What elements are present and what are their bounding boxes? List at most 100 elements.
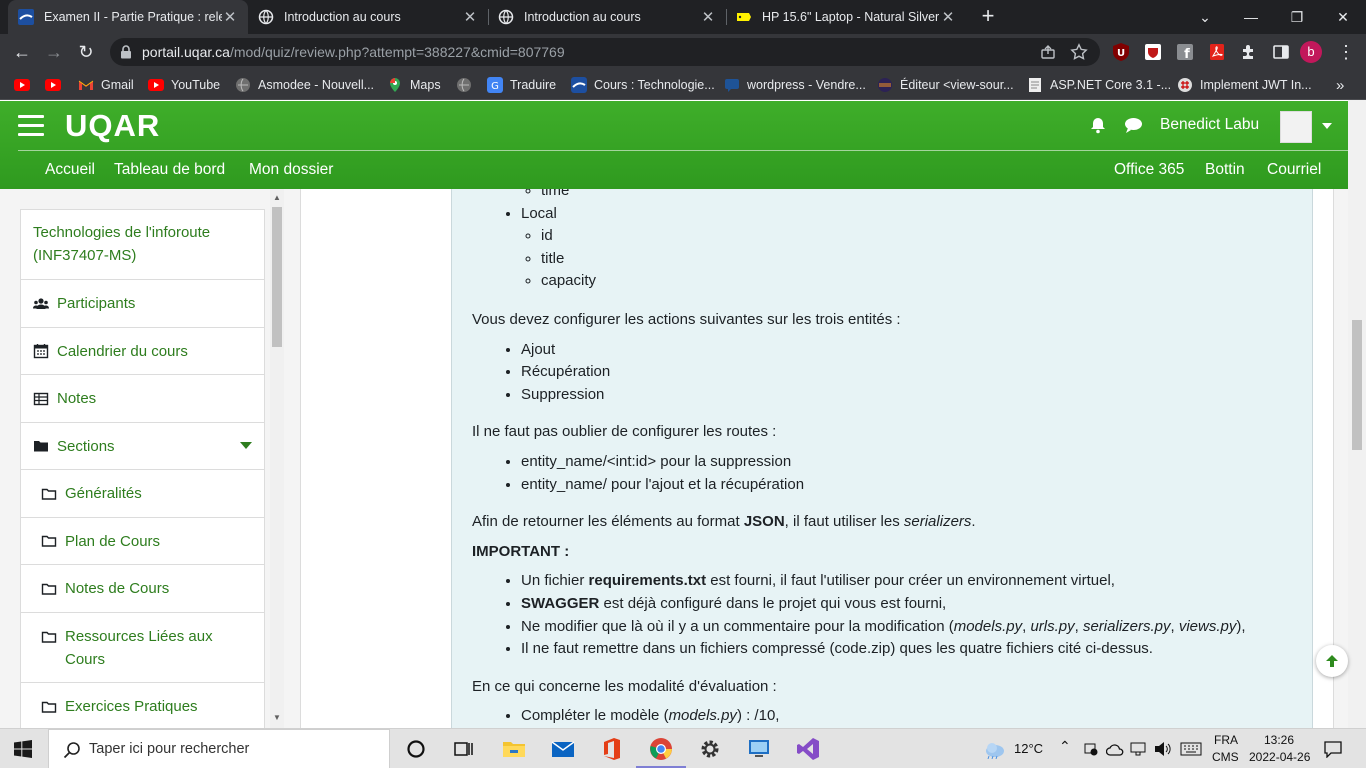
bookmark-gmail[interactable]: Gmail [78, 76, 134, 94]
forward-button[interactable]: → [42, 40, 66, 64]
sidebar-scrollbar[interactable]: ▲ ▼ [270, 189, 284, 728]
bookmark-aspnet[interactable]: ASP.NET Core 3.1 -... [1027, 76, 1171, 94]
bookmark-youtube-1[interactable] [14, 76, 37, 94]
scroll-down-arrow-icon[interactable]: ▼ [272, 713, 282, 722]
mail-icon[interactable] [551, 737, 575, 761]
clock-date[interactable]: 2022-04-26 [1249, 750, 1310, 764]
share-icon[interactable] [1040, 44, 1056, 60]
bell-icon[interactable] [1089, 116, 1107, 134]
tab-hp-laptop[interactable]: HP 15.6" Laptop - Natural Silver ( ✕ [726, 0, 966, 34]
more-bookmarks-chevron-icon[interactable]: » [1336, 76, 1344, 94]
keyboard-icon[interactable] [1180, 741, 1202, 757]
nav-mon-dossier[interactable]: Mon dossier [249, 161, 333, 179]
user-menu-caret-icon[interactable] [1322, 123, 1332, 129]
sidebar-item-sections[interactable]: Sections [21, 423, 264, 470]
mcafee-icon[interactable] [1143, 42, 1163, 62]
bookmark-maps[interactable]: Maps [387, 76, 441, 94]
show-hidden-icons-icon[interactable]: ⌃ [1059, 738, 1071, 755]
sidebar-course-title[interactable]: Technologies de l'inforoute (INF37407-MS… [21, 210, 264, 280]
notification-center-icon[interactable] [1323, 740, 1343, 758]
page-scroll-thumb[interactable] [1352, 320, 1362, 450]
input-language[interactable]: FRA [1214, 733, 1238, 747]
sidebar-item-plan-de-cours[interactable]: Plan de Cours [21, 518, 264, 565]
weather-cloud-icon[interactable] [983, 739, 1007, 759]
url-text[interactable]: portail.uqar.ca/mod/quiz/review.php?atte… [142, 44, 565, 60]
list-item: Suppression [521, 384, 1292, 407]
chrome-icon[interactable] [649, 737, 673, 761]
hamburger-menu-icon[interactable] [18, 115, 44, 137]
sidebar-item-participants[interactable]: Participants [21, 280, 264, 328]
sidebar-item-exercices[interactable]: Exercices Pratiques [21, 683, 264, 728]
bookmark-editeur[interactable]: Éditeur <view-sour... [877, 76, 1014, 94]
sidebar-scroll-thumb[interactable] [272, 207, 282, 347]
reload-button[interactable]: ↻ [74, 40, 98, 64]
close-tab-icon[interactable]: ✕ [700, 8, 716, 26]
visual-studio-icon[interactable] [796, 737, 820, 761]
volume-icon[interactable] [1154, 741, 1172, 757]
user-avatar[interactable] [1280, 111, 1312, 143]
facebook-extension-icon[interactable]: f [1175, 42, 1195, 62]
tab-introduction-1[interactable]: Introduction au cours ✕ [248, 0, 488, 34]
caret-down-icon[interactable] [240, 442, 252, 450]
lock-icon[interactable] [120, 45, 132, 59]
task-view-icon[interactable] [452, 737, 476, 761]
sidebar-item-calendrier[interactable]: Calendrier du cours [21, 328, 264, 375]
bookmark-traduire[interactable]: G Traduire [487, 76, 556, 94]
restore-button[interactable]: ❐ [1274, 0, 1320, 34]
input-method[interactable]: CMS [1212, 750, 1239, 764]
ublock-icon[interactable]: U [1111, 42, 1131, 62]
nav-office-365[interactable]: Office 365 [1114, 161, 1184, 179]
nav-courriel[interactable]: Courriel [1267, 161, 1321, 179]
bookmark-wordpress[interactable]: wordpress - Vendre... [724, 76, 866, 94]
bookmark-asmodee[interactable]: Asmodee - Nouvell... [235, 76, 374, 94]
list-item: Compléter le modèle (models.py) : /10, [521, 705, 1292, 728]
bookmark-star-icon[interactable] [1070, 43, 1088, 61]
weather-temp[interactable]: 12°C [1014, 741, 1043, 756]
new-tab-button[interactable]: + [977, 4, 999, 28]
scroll-up-arrow-icon[interactable]: ▲ [272, 193, 282, 202]
tab-examen[interactable]: Examen II - Partie Pratique : relec ✕ [8, 0, 248, 34]
nav-bottin[interactable]: Bottin [1205, 161, 1245, 179]
clock-time[interactable]: 13:26 [1264, 733, 1294, 747]
chat-icon[interactable] [1124, 117, 1143, 134]
bookmark-cours[interactable]: Cours : Technologie... [571, 76, 715, 94]
bookmark-jwt[interactable]: Implement JWT In... [1177, 76, 1312, 94]
bookmark-globe[interactable] [456, 76, 479, 94]
sidebar-item-notes[interactable]: Notes [21, 375, 264, 423]
side-panel-icon[interactable] [1271, 42, 1291, 62]
bookmark-youtube-2[interactable] [45, 76, 68, 94]
network-icon[interactable] [1130, 741, 1146, 757]
settings-gear-icon[interactable] [698, 737, 722, 761]
office-icon[interactable] [600, 737, 624, 761]
tab-introduction-2[interactable]: Introduction au cours ✕ [488, 0, 726, 34]
nav-tableau-de-bord[interactable]: Tableau de bord [114, 161, 225, 179]
cortana-icon[interactable] [404, 737, 428, 761]
tab-search-chevron-icon[interactable]: ⌄ [1182, 0, 1228, 34]
close-tab-icon[interactable]: ✕ [222, 8, 238, 26]
sidebar-item-generalites[interactable]: Généralités [21, 470, 264, 518]
nav-accueil[interactable]: Accueil [45, 161, 95, 179]
cloud-icon[interactable] [1106, 742, 1124, 756]
bookmark-youtube-3[interactable]: YouTube [148, 76, 220, 94]
file-explorer-icon[interactable] [502, 737, 526, 761]
onedrive-sync-icon[interactable] [1083, 741, 1099, 757]
uqar-logo[interactable]: UQAR [65, 108, 160, 144]
back-button[interactable]: ← [10, 40, 34, 64]
close-tab-icon[interactable]: ✕ [940, 8, 956, 26]
menu-kebab-icon[interactable]: ⋮ [1336, 40, 1356, 64]
pdf-icon[interactable] [1207, 42, 1227, 62]
page-scrollbar[interactable] [1348, 100, 1366, 728]
sidebar-item-ressources[interactable]: Ressources Liées aux Cours [21, 613, 264, 683]
taskbar-search-box[interactable]: Taper ici pour rechercher [48, 729, 390, 768]
profile-avatar[interactable]: b [1300, 41, 1322, 63]
windows-start-icon[interactable] [14, 740, 32, 758]
remote-desktop-icon[interactable] [747, 737, 771, 761]
sidebar-item-notes-de-cours[interactable]: Notes de Cours [21, 565, 264, 613]
address-bar[interactable]: portail.uqar.ca/mod/quiz/review.php?atte… [110, 38, 1100, 66]
back-to-top-button[interactable] [1316, 645, 1348, 677]
user-name[interactable]: Benedict Labu [1160, 116, 1259, 134]
extensions-puzzle-icon[interactable] [1239, 42, 1259, 62]
close-window-button[interactable]: ✕ [1320, 0, 1366, 34]
close-tab-icon[interactable]: ✕ [462, 8, 478, 26]
minimize-button[interactable]: — [1228, 0, 1274, 34]
